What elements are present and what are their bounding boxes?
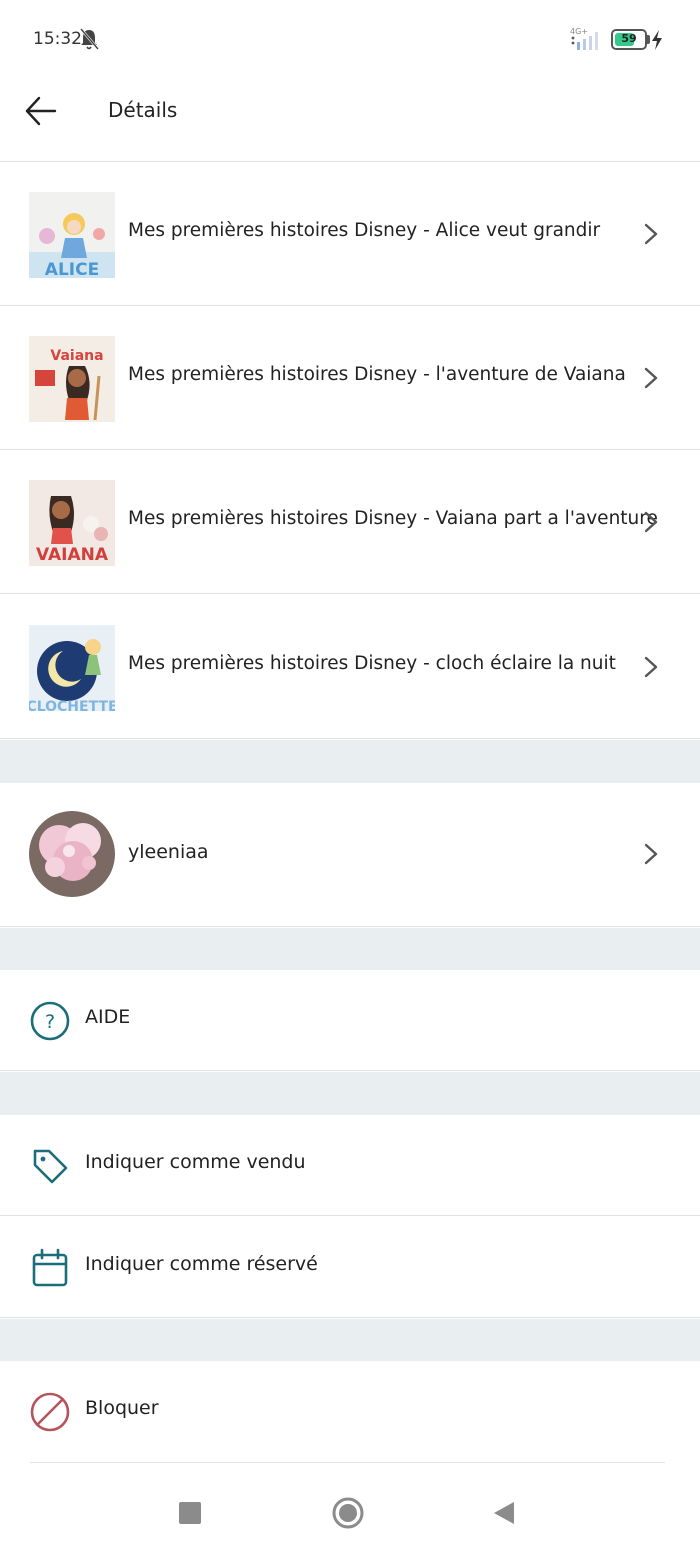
item-thumbnail: ALICE	[29, 192, 115, 278]
question-circle-icon: ?	[30, 1001, 70, 1041]
battery-icon: 59	[611, 29, 647, 50]
recent-apps-icon[interactable]	[179, 1502, 201, 1524]
section-divider	[0, 740, 700, 783]
item-title: Mes premières histoires Disney - cloch é…	[128, 653, 616, 674]
cover-text: CLOCHETTE	[29, 699, 115, 711]
chevron-right-icon	[644, 843, 658, 865]
section-divider	[0, 928, 700, 970]
status-bar: 15:32 4G+ 59	[0, 0, 700, 80]
block-icon	[30, 1392, 70, 1432]
item-thumbnail: Vaiana	[29, 336, 115, 422]
list-item[interactable]: ALICE Mes premières histoires Disney - A…	[0, 162, 700, 306]
avatar	[29, 811, 115, 897]
charging-bolt-icon	[652, 30, 662, 50]
battery-tip	[647, 35, 650, 44]
nav-divider	[30, 1462, 665, 1463]
item-title: Mes premières histoires Disney - Vaiana …	[128, 508, 658, 529]
app-bar: Détails	[0, 80, 700, 162]
mark-reserved-label: Indiquer comme réservé	[85, 1253, 318, 1275]
bell-muted-icon	[80, 28, 99, 50]
help-row[interactable]: ? AIDE	[0, 970, 700, 1071]
mark-sold-label: Indiquer comme vendu	[85, 1151, 306, 1173]
home-icon[interactable]	[331, 1496, 365, 1530]
list-item[interactable]: CLOCHETTE Mes premières histoires Disney…	[0, 595, 700, 739]
item-thumbnail: CLOCHETTE	[29, 625, 115, 711]
nav-back-icon[interactable]	[492, 1500, 516, 1526]
list-item[interactable]: Vaiana Mes premières histoires Disney - …	[0, 306, 700, 450]
section-divider	[0, 1319, 700, 1361]
cover-text: ALICE	[45, 260, 99, 278]
signal-icon	[571, 32, 598, 50]
item-thumbnail: VAIANA	[29, 480, 115, 566]
system-nav-bar	[0, 1462, 700, 1556]
item-title: Mes premières histoires Disney - Alice v…	[128, 220, 601, 241]
mark-sold-button[interactable]: Indiquer comme vendu	[0, 1115, 700, 1216]
chevron-right-icon	[644, 511, 658, 533]
arrow-left-icon[interactable]	[22, 92, 60, 130]
page-title: Détails	[108, 98, 178, 122]
battery-level: 59	[621, 32, 637, 45]
svg-text:?: ?	[45, 1011, 55, 1033]
chevron-right-icon	[644, 223, 658, 245]
list-item[interactable]: VAIANA Mes premières histoires Disney - …	[0, 450, 700, 594]
section-divider	[0, 1072, 700, 1115]
block-label: Bloquer	[85, 1397, 159, 1419]
cover-text: Vaiana	[50, 348, 103, 364]
seller-profile-row[interactable]: yleeniaa	[0, 783, 700, 927]
item-title: Mes premières histoires Disney - l'avent…	[128, 364, 626, 385]
seller-username: yleeniaa	[128, 841, 209, 863]
block-button[interactable]: Bloquer	[0, 1361, 700, 1462]
help-label: AIDE	[85, 1006, 131, 1028]
calendar-icon	[32, 1248, 68, 1287]
mark-reserved-button[interactable]: Indiquer comme réservé	[0, 1217, 700, 1318]
chevron-right-icon	[644, 367, 658, 389]
chevron-right-icon	[644, 656, 658, 678]
tag-icon	[33, 1149, 68, 1184]
cover-text: VAIANA	[36, 545, 109, 565]
status-time: 15:32	[33, 29, 82, 49]
